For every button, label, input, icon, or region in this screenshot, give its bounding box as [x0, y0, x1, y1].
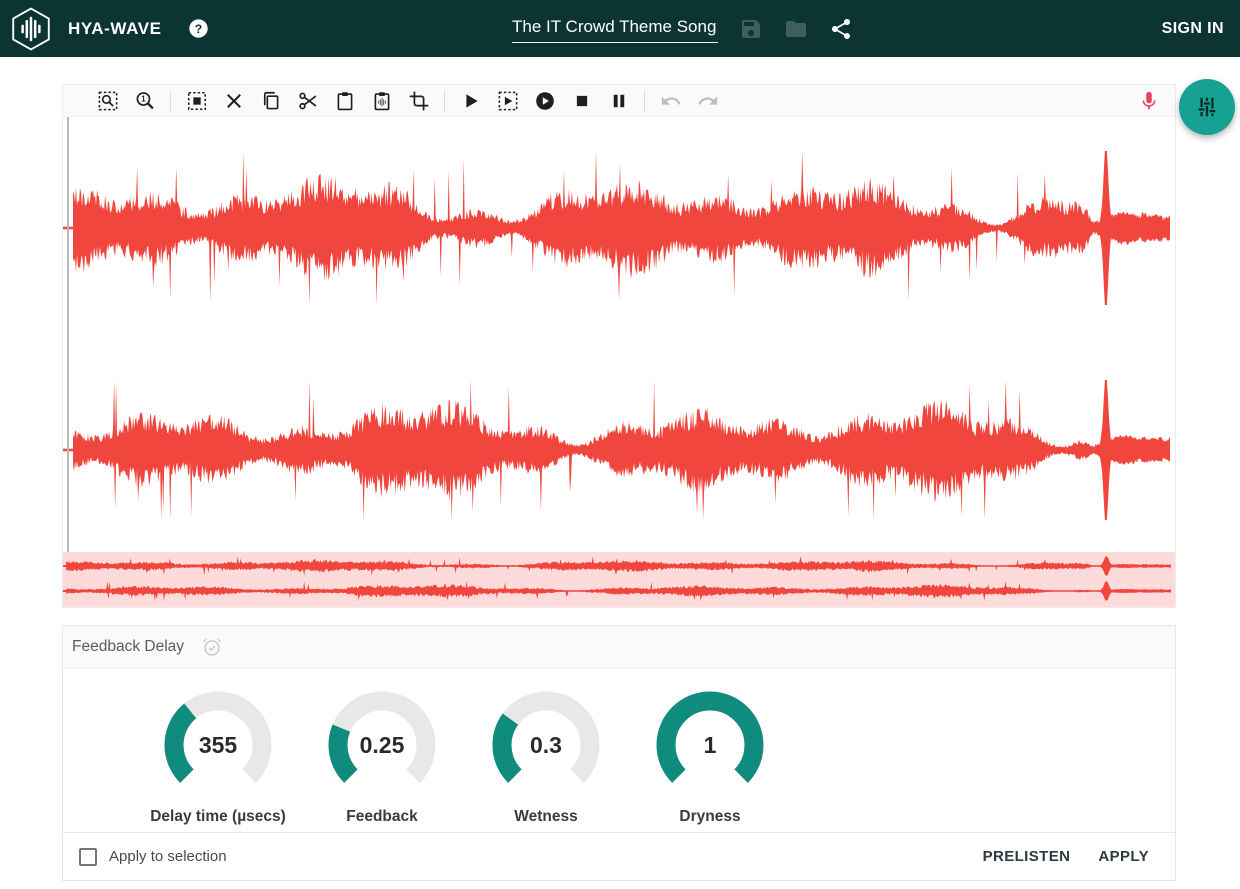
save-button[interactable]: [739, 17, 763, 41]
stereo-waveform: [63, 117, 1175, 552]
pause-icon: [608, 90, 630, 112]
waveform-channel-1: [73, 151, 1170, 305]
play-icon: [460, 90, 482, 112]
copy-icon: [260, 90, 282, 112]
stop-button[interactable]: [568, 87, 596, 115]
waveform-canvas[interactable]: [63, 117, 1175, 552]
redo-icon: [697, 90, 719, 112]
knob-label: Feedback: [346, 808, 418, 826]
help-button[interactable]: ?: [188, 18, 209, 39]
pause-button[interactable]: [605, 87, 633, 115]
knob-value: 0.25: [360, 732, 405, 758]
open-button[interactable]: [784, 17, 808, 41]
knob-label: Dryness: [679, 808, 740, 826]
zoom-reset-icon: 1: [134, 90, 156, 112]
knob-value: 355: [199, 732, 238, 758]
effect-panel-footer: Apply to selection PRELISTEN APPLY: [63, 832, 1175, 880]
share-icon: [829, 17, 853, 41]
minimap-waveform: [63, 552, 1175, 607]
play-selection-icon: [497, 90, 519, 112]
knob-value: 0.3: [530, 732, 562, 758]
knob-gauge[interactable]: 0.25: [326, 689, 438, 801]
toolbar-separator: [444, 90, 445, 112]
help-icon: ?: [188, 18, 209, 39]
play-all-button[interactable]: [531, 87, 559, 115]
record-button[interactable]: [1135, 87, 1163, 115]
app-logo-icon[interactable]: [8, 6, 54, 52]
svg-text:1: 1: [141, 94, 146, 103]
clear-selection-icon: [223, 90, 245, 112]
paste-insert-icon: [371, 90, 393, 112]
copy-button[interactable]: [257, 87, 285, 115]
knob-gauge[interactable]: 0.3: [490, 689, 602, 801]
knob-delay-time-secs[interactable]: 355 Delay time (µsecs): [136, 689, 300, 826]
crop-button[interactable]: [405, 87, 433, 115]
cut-button[interactable]: [294, 87, 322, 115]
open-folder-icon: [784, 17, 808, 41]
stop-icon: [571, 90, 593, 112]
cut-icon: [297, 90, 319, 112]
paste-icon: [334, 90, 356, 112]
select-all-icon: [186, 90, 208, 112]
tune-icon: [1194, 94, 1220, 120]
effects-fab-button[interactable]: [1179, 79, 1235, 135]
knob-gauge[interactable]: 355: [162, 689, 274, 801]
effect-actions: PRELISTEN APPLY: [973, 840, 1159, 873]
crop-icon: [408, 90, 430, 112]
undo-icon: [660, 90, 682, 112]
app-header: HYA-WAVE ? SIGN IN: [0, 0, 1240, 57]
editor-toolbar: 1: [63, 85, 1175, 117]
minimap-channel-2: [66, 582, 1171, 601]
paste-insert-button[interactable]: [368, 87, 396, 115]
toolbar-separator: [170, 90, 171, 112]
clear-selection-button[interactable]: [220, 87, 248, 115]
svg-text:?: ?: [194, 22, 201, 36]
share-button[interactable]: [829, 17, 853, 41]
effect-panel-header: Feedback Delay: [63, 626, 1175, 669]
prelisten-button[interactable]: PRELISTEN: [973, 840, 1081, 873]
apply-to-selection-checkbox[interactable]: Apply to selection: [79, 848, 227, 866]
zoom-selection-button[interactable]: [94, 87, 122, 115]
effect-title: Feedback Delay: [72, 638, 184, 656]
play-button[interactable]: [457, 87, 485, 115]
track-title-input[interactable]: [512, 15, 718, 43]
undo-button[interactable]: [657, 87, 685, 115]
apply-button[interactable]: APPLY: [1088, 840, 1159, 873]
checkbox-icon[interactable]: [79, 848, 97, 866]
minimap-channel-1: [66, 557, 1171, 576]
effect-panel: Feedback Delay 355 Delay time (µsecs) 0.25…: [62, 625, 1176, 881]
alarm-check-icon: [201, 636, 223, 658]
microphone-icon: [1138, 90, 1160, 112]
play-selection-button[interactable]: [494, 87, 522, 115]
knob-gauge[interactable]: 1: [654, 689, 766, 801]
zoom-selection-icon: [97, 90, 119, 112]
effect-timer-button[interactable]: [201, 636, 223, 658]
knob-wetness[interactable]: 0.3 Wetness: [464, 689, 628, 826]
sign-in-button[interactable]: SIGN IN: [1162, 0, 1224, 57]
redo-button[interactable]: [694, 87, 722, 115]
editor-panel: 1: [62, 84, 1176, 608]
waveform-channel-2: [73, 380, 1170, 520]
select-all-button[interactable]: [183, 87, 211, 115]
brand-name: HYA-WAVE: [68, 19, 162, 39]
play-all-icon: [534, 90, 556, 112]
knob-value: 1: [704, 732, 717, 758]
paste-button[interactable]: [331, 87, 359, 115]
knob-feedback[interactable]: 0.25 Feedback: [300, 689, 464, 826]
minimap-overview[interactable]: [63, 552, 1175, 607]
zoom-reset-button[interactable]: 1: [131, 87, 159, 115]
knob-label: Delay time (µsecs): [150, 808, 286, 826]
save-icon: [739, 17, 763, 41]
knob-label: Wetness: [514, 808, 577, 826]
effect-knobs-row: 355 Delay time (µsecs) 0.25 Feedback 0.3 Wetn…: [63, 669, 1175, 826]
brand: HYA-WAVE ?: [0, 6, 209, 52]
knob-dryness[interactable]: 1 Dryness: [628, 689, 792, 826]
toolbar-separator: [644, 90, 645, 112]
track-title-group: [512, 0, 853, 57]
apply-to-selection-label: Apply to selection: [109, 848, 227, 865]
playhead-cursor[interactable]: [67, 117, 69, 552]
